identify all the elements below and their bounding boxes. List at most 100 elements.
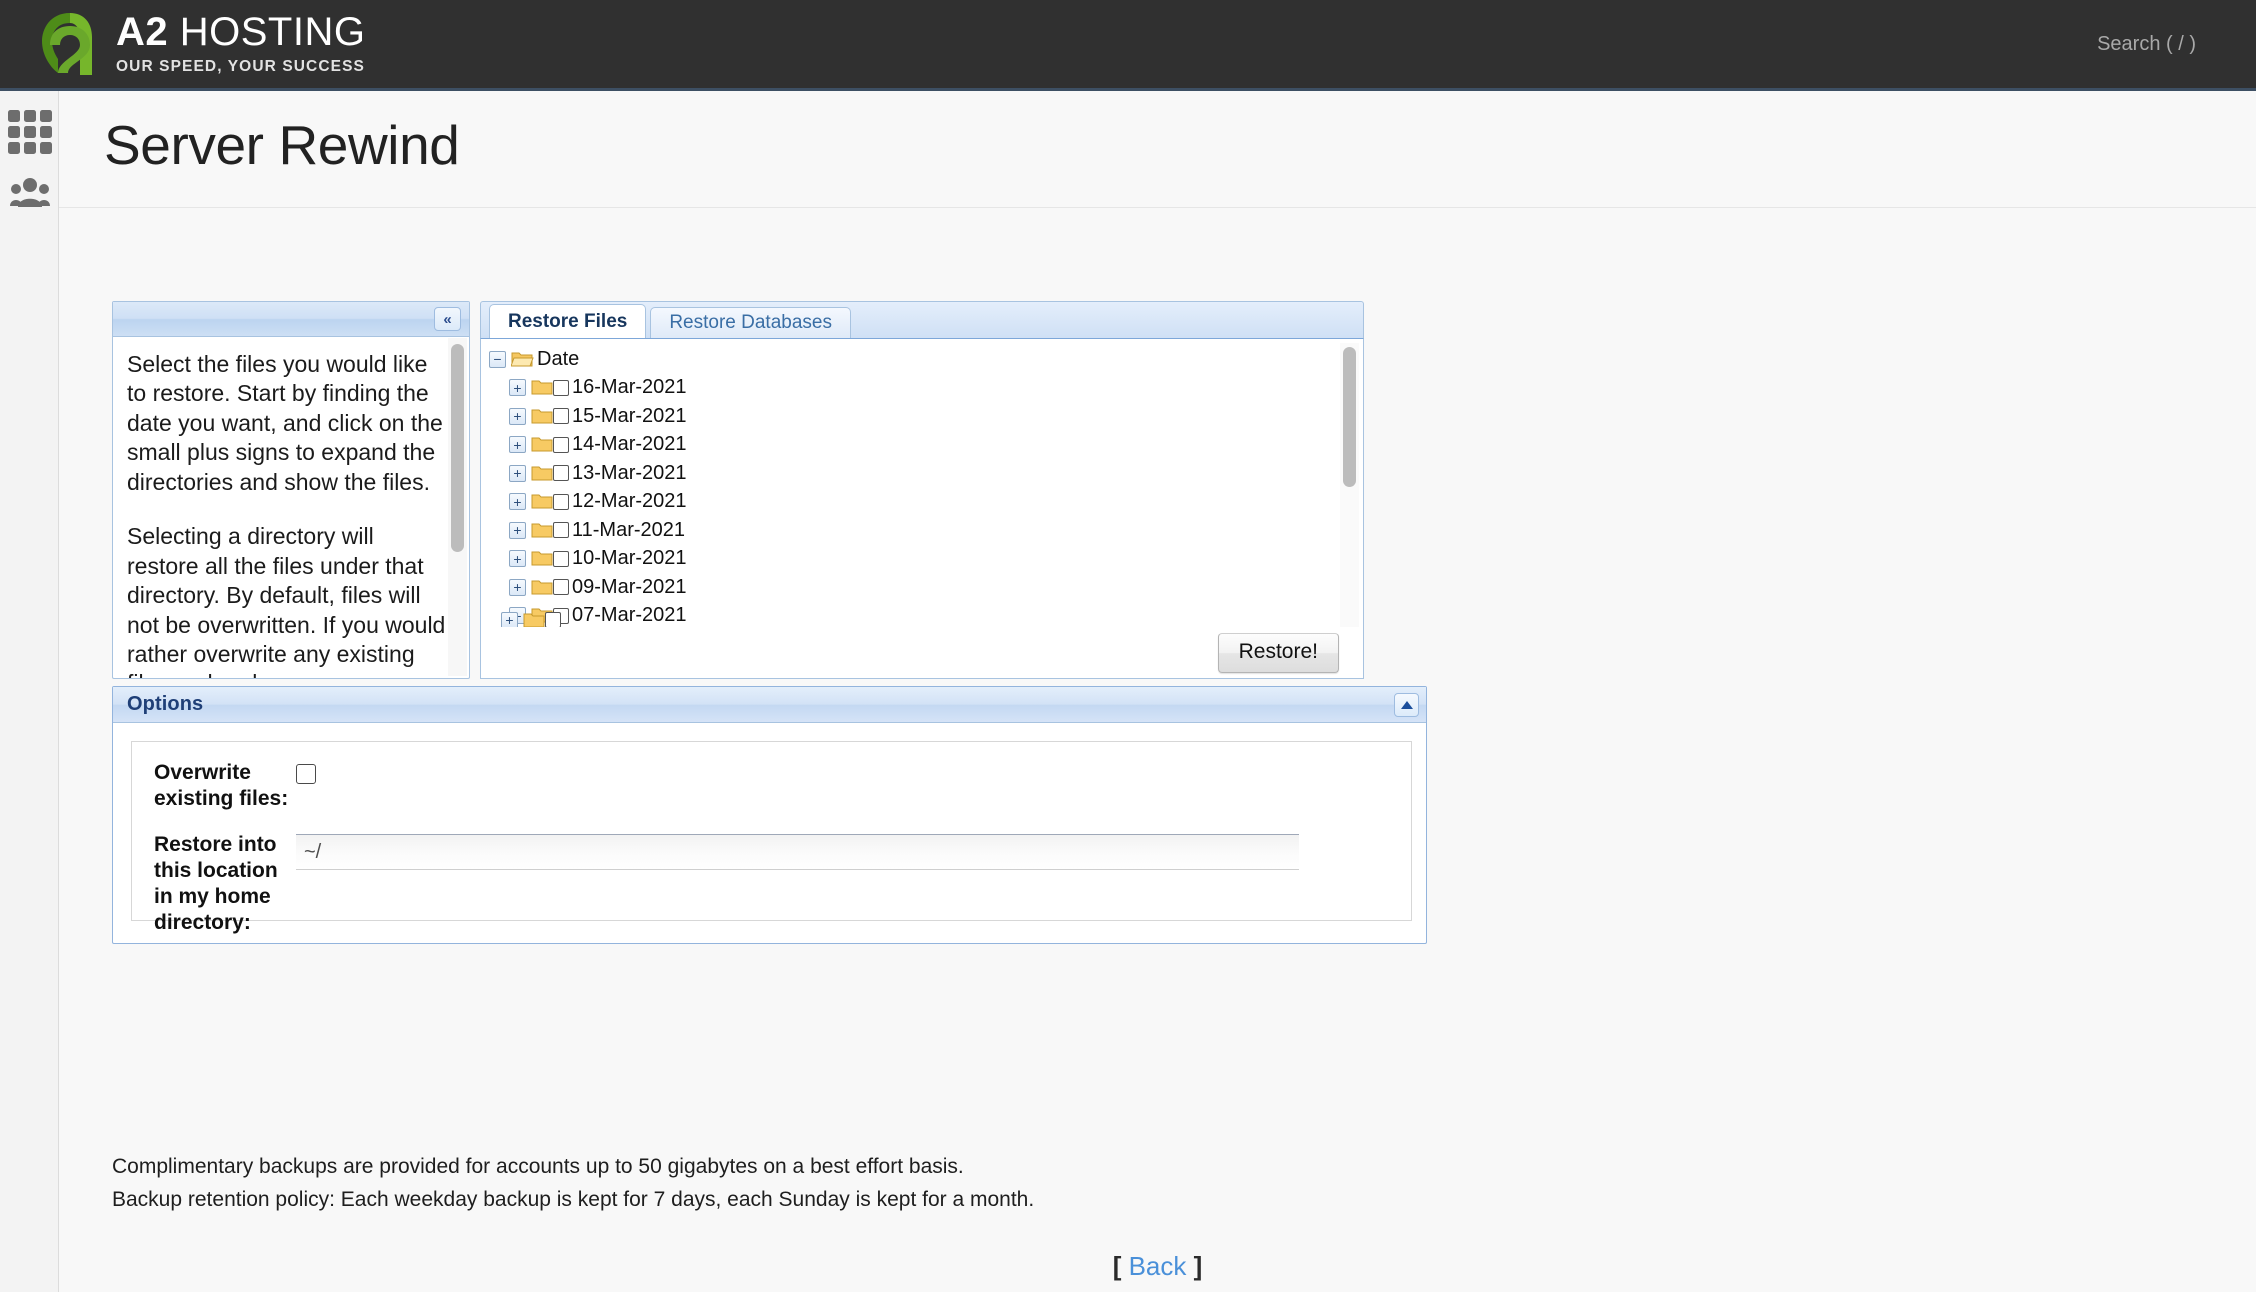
file-tree: − Date + [481,339,1363,629]
panels-region: « Select the files you would like to res… [112,301,1427,679]
tree-item-label: 14-Mar-2021 [572,433,687,456]
scrollbar-thumb[interactable] [1343,347,1356,487]
search-button[interactable]: Search ( / ) [2091,32,2202,57]
tree-item[interactable]: + 16-Mar-2021 [489,374,1363,403]
instructions-paragraph: Select the files you would like to resto… [127,350,451,497]
options-title: Options [127,693,203,716]
tree-item-label: 09-Mar-2021 [572,576,687,599]
folder-icon [531,378,554,397]
title-divider [59,207,2256,208]
tree-item-label: 13-Mar-2021 [572,462,687,485]
tree-item-checkbox[interactable] [553,380,569,396]
tree-item-checkbox[interactable] [545,612,561,628]
brand-text: A2 HOSTING OUR SPEED, YOUR SUCCESS [116,12,365,76]
tree-item-label: 16-Mar-2021 [572,376,687,399]
folder-icon [531,549,554,568]
tree-item-checkbox[interactable] [553,465,569,481]
sidebar-item-apps[interactable] [0,101,59,163]
restore-button[interactable]: Restore! [1218,633,1339,673]
tree-item[interactable]: + 11-Mar-2021 [489,516,1363,545]
options-collapse-button[interactable] [1394,693,1419,717]
scrollbar-thumb[interactable] [451,344,464,552]
overwrite-row: Overwrite existing files: [132,760,1411,812]
options-panel-header: Options [113,687,1426,723]
tree-item-checkbox[interactable] [553,522,569,538]
restore-location-input[interactable] [296,834,1299,870]
people-icon [10,177,50,212]
tree-item[interactable]: + 13-Mar-2021 [489,459,1363,488]
tree-item[interactable]: + 15-Mar-2021 [489,402,1363,431]
tab-strip: Restore Files Restore Databases [480,301,1364,338]
tree-expand-icon[interactable]: + [509,579,526,596]
overwrite-existing-files-checkbox[interactable] [296,764,316,784]
tree-item[interactable]: + 14-Mar-2021 [489,431,1363,460]
tree-root-node[interactable]: − Date [489,345,1363,374]
folder-icon [531,492,554,511]
a2-logo-icon [36,11,102,77]
options-form: Overwrite existing files: Restore into t… [131,741,1412,921]
instructions-scrollbar[interactable] [448,338,467,676]
tree-item-checkbox[interactable] [553,551,569,567]
instructions-panel-header: « [113,302,469,337]
footer-notes: Complimentary backups are provided for a… [112,1151,1034,1216]
tree-expand-icon[interactable]: + [501,612,518,629]
top-bar: A2 HOSTING OUR SPEED, YOUR SUCCESS Searc… [0,0,2256,91]
main-content: Server Rewind « Select the files you wou… [59,91,2256,1292]
sidebar-item-users[interactable] [0,163,59,225]
left-rail [0,91,59,1292]
bracket-close: ] [1194,1251,1203,1281]
tree-expand-icon[interactable]: + [509,408,526,425]
tree-expand-icon[interactable]: + [509,550,526,567]
restore-action-bar: Restore! [481,627,1363,678]
logo-tagline: OUR SPEED, YOUR SUCCESS [116,58,365,76]
tree-item[interactable]: + 09-Mar-2021 [489,573,1363,602]
file-tree-scrollbar[interactable] [1340,343,1359,630]
tree-expand-icon[interactable]: + [509,522,526,539]
folder-icon [531,578,554,597]
restore-location-row: Restore into this location in my home di… [132,832,1411,936]
tree-item[interactable]: + 10-Mar-2021 [489,545,1363,574]
footer-line-1: Complimentary backups are provided for a… [112,1151,1034,1184]
logo-hosting: HOSTING [168,10,365,54]
chevron-up-icon [1401,701,1413,709]
tree-expand-icon[interactable]: + [509,493,526,510]
folder-open-icon [511,350,534,369]
footer-line-2: Backup retention policy: Each weekday ba… [112,1184,1034,1217]
tab-panel-content: − Date + [480,338,1364,679]
options-panel: Options Overwrite existing files: Restor… [112,686,1427,944]
bracket-open: [ [1113,1251,1122,1281]
tab-restore-databases[interactable]: Restore Databases [650,307,851,338]
instructions-panel: « Select the files you would like to res… [112,301,470,679]
tree-item-label: 12-Mar-2021 [572,490,687,513]
tree-expand-icon[interactable]: + [509,379,526,396]
tree-root-label: Date [537,348,579,371]
tree-item-checkbox[interactable] [553,437,569,453]
tree-collapse-icon[interactable]: − [489,351,506,368]
instructions-text: Select the files you would like to resto… [113,338,469,678]
back-link[interactable]: Back [1129,1251,1187,1281]
tree-item-label: 15-Mar-2021 [572,405,687,428]
folder-icon [531,464,554,483]
restore-location-label: Restore into this location in my home di… [154,832,296,936]
brand-logo[interactable]: A2 HOSTING OUR SPEED, YOUR SUCCESS [36,11,365,77]
folder-icon [531,435,554,454]
page-title: Server Rewind [59,91,2256,177]
tree-item-checkbox[interactable] [553,408,569,424]
folder-icon [531,407,554,426]
tree-item-checkbox[interactable] [553,494,569,510]
collapse-panel-button[interactable]: « [434,307,461,331]
grid-icon [8,110,52,154]
tree-item-checkbox[interactable] [553,579,569,595]
tab-restore-files[interactable]: Restore Files [489,304,646,338]
instructions-paragraph: Selecting a directory will restore all t… [127,522,451,678]
restore-tabs-panel: Restore Files Restore Databases − [480,301,1364,679]
back-link-wrap: [ Back ] [59,1251,2256,1282]
tree-expand-icon[interactable]: + [509,436,526,453]
tree-item-label: 10-Mar-2021 [572,547,687,570]
overwrite-label: Overwrite existing files: [154,760,296,812]
tree-item[interactable]: + 12-Mar-2021 [489,488,1363,517]
folder-icon [531,521,554,540]
logo-a2: A2 [116,10,168,54]
tree-item-label: 11-Mar-2021 [572,519,685,542]
tree-expand-icon[interactable]: + [509,465,526,482]
